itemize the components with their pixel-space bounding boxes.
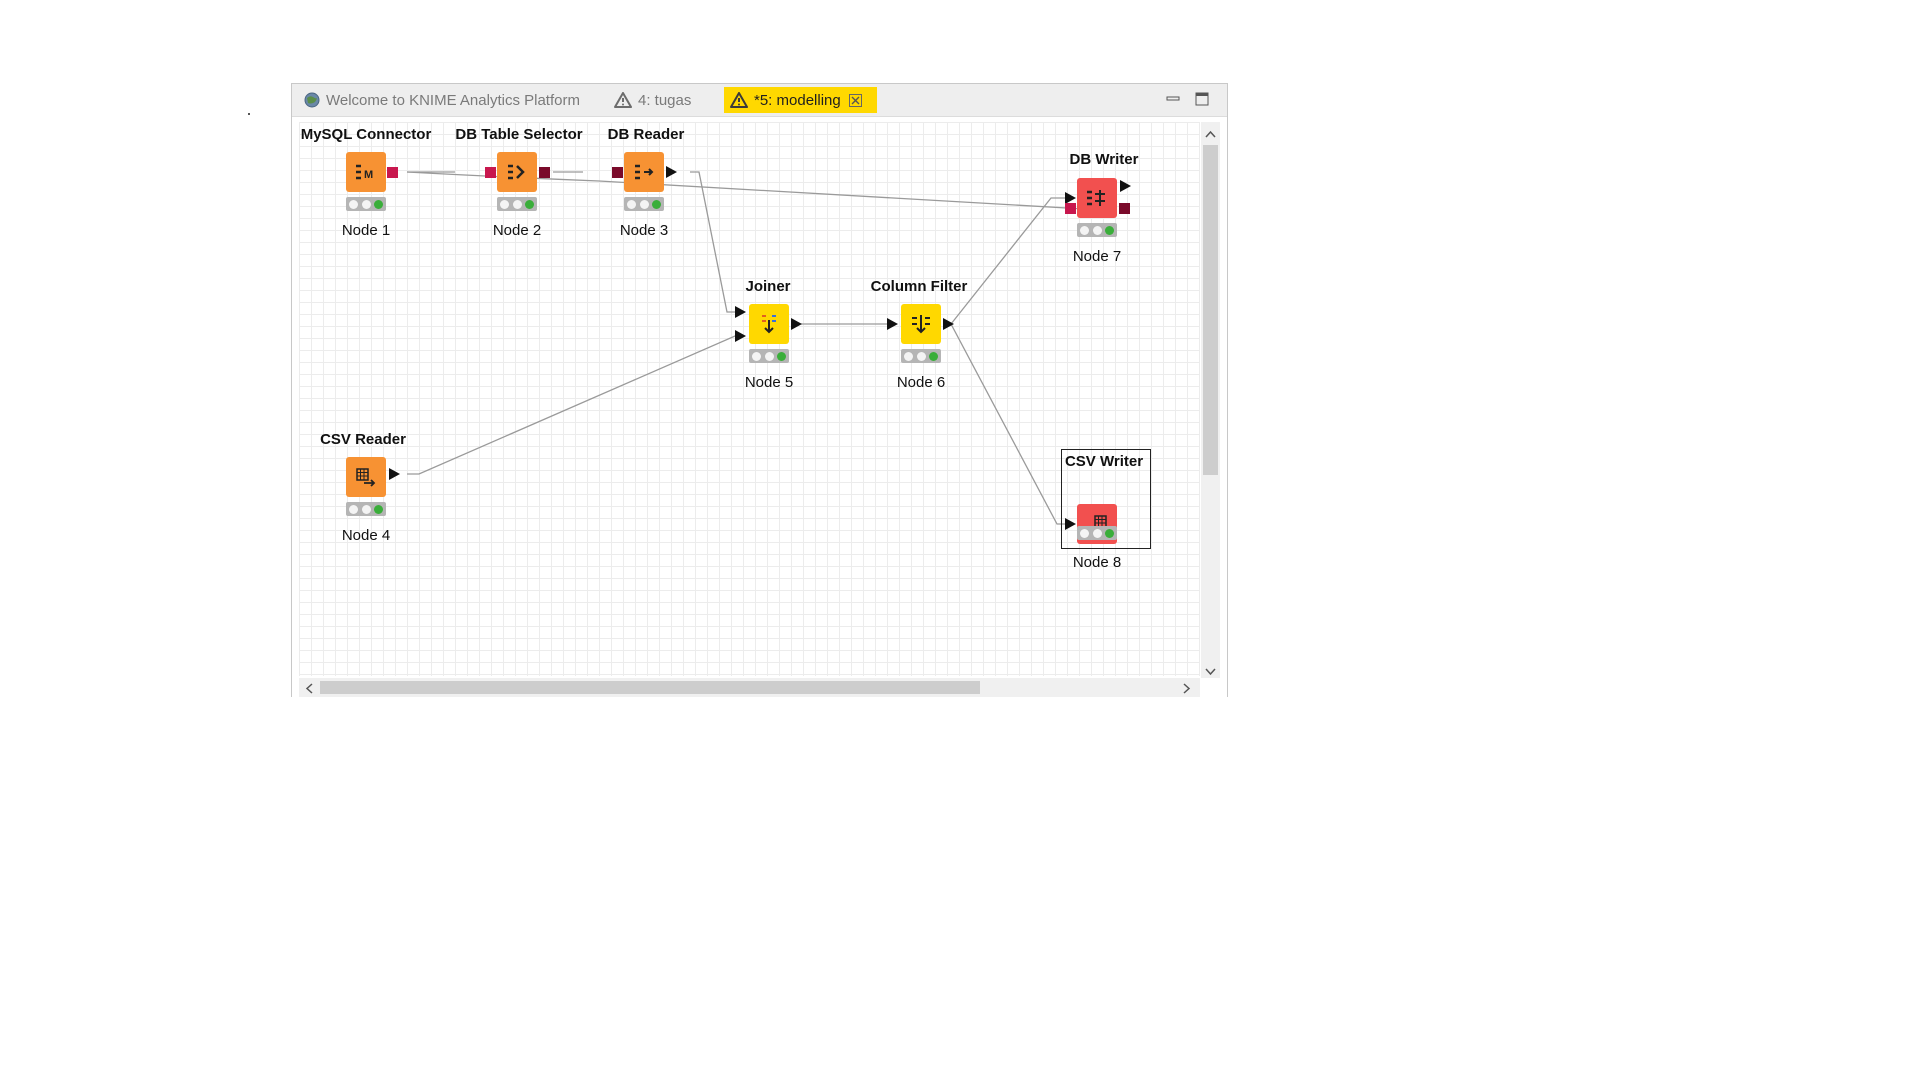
data-output-port[interactable]	[389, 468, 401, 481]
status-traffic-light	[624, 197, 664, 211]
status-traffic-light	[749, 349, 789, 363]
db-output-port[interactable]	[539, 167, 551, 179]
data-output-port[interactable]	[1120, 180, 1132, 193]
connection-n3-n5	[690, 171, 745, 313]
data-input-port[interactable]	[735, 330, 747, 343]
tab-label: Welcome to KNIME Analytics Platform	[326, 91, 580, 109]
status-traffic-light	[901, 349, 941, 363]
node-label: Node 7	[1072, 248, 1122, 265]
db-input-port[interactable]	[485, 167, 497, 179]
horizontal-scrollbar[interactable]	[299, 678, 1200, 697]
stray-dot	[248, 113, 250, 115]
warning-icon	[730, 92, 748, 108]
data-output-port[interactable]	[666, 166, 678, 179]
globe-icon	[304, 92, 320, 108]
status-traffic-light	[346, 197, 386, 211]
joiner-icon[interactable]	[749, 304, 789, 344]
node-title: DB Writer	[1069, 151, 1139, 168]
horizontal-scroll-thumb[interactable]	[320, 681, 980, 694]
warning-icon	[614, 92, 632, 108]
status-traffic-light	[1077, 223, 1117, 237]
connection-n4-n5	[407, 335, 745, 475]
tab-modelling[interactable]: *5: modelling	[724, 87, 877, 113]
scroll-down-icon[interactable]	[1205, 664, 1216, 678]
node-title: CSV Reader	[320, 431, 406, 448]
tab-tugas[interactable]: 4: tugas	[608, 87, 697, 113]
status-traffic-light	[497, 197, 537, 211]
node-label: Node 4	[341, 527, 391, 544]
status-traffic-light	[346, 502, 386, 516]
db-output-port[interactable]	[1119, 203, 1131, 215]
data-input-port[interactable]	[887, 318, 899, 331]
db-input-port[interactable]	[612, 167, 624, 179]
vertical-scroll-thumb[interactable]	[1203, 145, 1218, 475]
node-label: Node 1	[341, 222, 391, 239]
mysql-connector-icon[interactable]: M	[346, 152, 386, 192]
status-traffic-light	[1077, 526, 1117, 540]
node-label: Node 8	[1072, 554, 1122, 571]
close-icon[interactable]	[848, 93, 862, 107]
node-title: DB Table Selector	[455, 126, 583, 143]
data-input-port[interactable]	[735, 306, 747, 319]
node-label: Node 6	[896, 374, 946, 391]
editor-tab-bar: Welcome to KNIME Analytics Platform 4: t…	[292, 84, 1227, 117]
maximize-icon[interactable]	[1193, 90, 1211, 108]
tab-welcome[interactable]: Welcome to KNIME Analytics Platform	[298, 87, 586, 113]
db-table-selector-icon[interactable]	[497, 152, 537, 192]
csv-reader-icon[interactable]	[346, 457, 386, 497]
node-title: Joiner	[745, 278, 791, 295]
scroll-left-icon[interactable]	[305, 682, 313, 696]
workflow-editor: Welcome to KNIME Analytics Platform 4: t…	[291, 83, 1228, 697]
vertical-scrollbar[interactable]	[1201, 122, 1220, 678]
tab-label: 4: tugas	[638, 91, 692, 109]
node-label: Node 3	[619, 222, 669, 239]
node-title: MySQL Connector	[300, 126, 432, 143]
data-input-port[interactable]	[1065, 518, 1077, 531]
minimize-icon[interactable]	[1164, 90, 1182, 108]
node-title: CSV Writer	[1064, 453, 1144, 470]
connection-n6-n7	[945, 197, 1066, 325]
connection-n6-n8	[945, 323, 1066, 525]
node-title: DB Reader	[607, 126, 685, 143]
scroll-right-icon[interactable]	[1183, 682, 1191, 696]
workflow-canvas[interactable]: MySQL Connector M Node 1 DB Table Select…	[299, 122, 1200, 676]
column-filter-icon[interactable]	[901, 304, 941, 344]
db-input-port[interactable]	[1065, 203, 1077, 215]
node-label: Node 5	[744, 374, 794, 391]
db-reader-icon[interactable]	[624, 152, 664, 192]
db-output-port[interactable]	[387, 167, 399, 179]
db-writer-icon[interactable]	[1077, 178, 1117, 218]
node-title: Column Filter	[870, 278, 968, 295]
data-output-port[interactable]	[791, 318, 803, 331]
node-label: Node 2	[492, 222, 542, 239]
data-output-port[interactable]	[943, 318, 955, 331]
svg-text:M: M	[364, 169, 373, 181]
scroll-up-icon[interactable]	[1205, 126, 1216, 140]
tab-label: *5: modelling	[754, 91, 841, 109]
